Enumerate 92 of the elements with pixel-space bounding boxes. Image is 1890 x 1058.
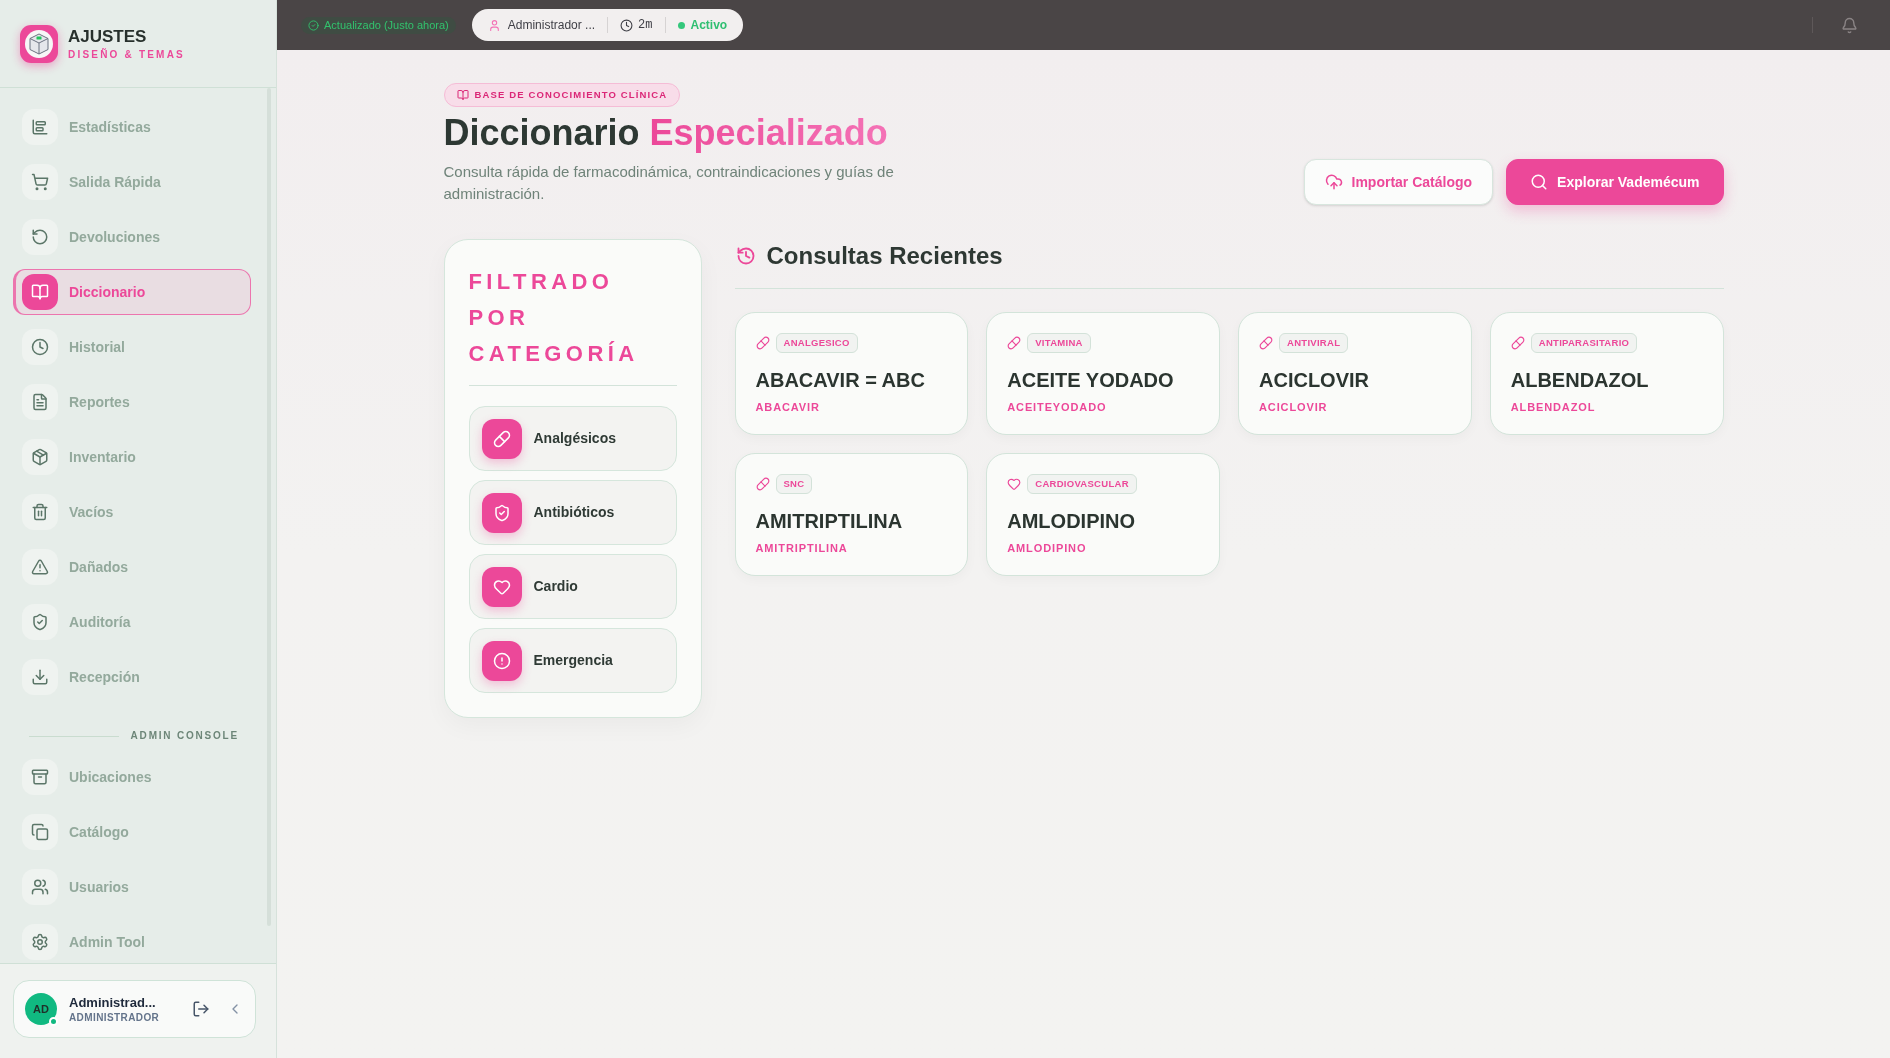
generic-name: ALBENDAZOL: [1510, 400, 1597, 415]
check-circle-icon: [308, 19, 319, 31]
sidebar-item[interactable]: Recepción: [13, 654, 251, 700]
session-user: Administrador ...: [507, 17, 596, 34]
category-button[interactable]: Analgésicos: [468, 406, 677, 471]
pill-icon: [755, 336, 770, 350]
section-label: ADMIN CONSOLE: [130, 729, 239, 743]
shield-check-icon: [481, 492, 522, 533]
filter-title: FILTRADO POR CATEGORÍA: [468, 268, 640, 368]
document-icon: [22, 384, 58, 420]
page-description: Consulta rápida de farmacodinámica, contraindicaciones y guías de administración.: [443, 162, 895, 204]
app-subtitle: DISEÑO & TEMAS: [68, 47, 185, 62]
medicine-name: AMITRIPTILINA: [755, 509, 904, 534]
explore-button[interactable]: Explorar Vademécum: [1506, 159, 1724, 205]
medicine-card[interactable]: ANALGESICO ABACAVIR = ABC ABACAVIR: [734, 312, 969, 435]
search-icon: [1530, 173, 1549, 191]
pill-icon: [1510, 336, 1525, 350]
settings-icon: [22, 924, 58, 960]
medicine-card[interactable]: CARDIOVASCULAR AMLODIPINO AMLODIPINO: [986, 453, 1220, 576]
shield-check-icon: [22, 604, 58, 640]
sidebar-item[interactable]: Inventario: [13, 434, 251, 480]
session-duration: 2m: [638, 17, 653, 34]
logout-icon[interactable]: [191, 999, 211, 1019]
generic-name: ACEITEYODADO: [1007, 400, 1108, 415]
bell-icon[interactable]: [1841, 16, 1858, 34]
chart-icon: [22, 109, 58, 145]
app-title: AJUSTES: [68, 25, 148, 48]
session-status: Activo: [690, 17, 728, 34]
medicine-name: AMLODIPINO: [1007, 509, 1137, 534]
rotate-arrow-icon: [22, 219, 58, 255]
sidebar-item[interactable]: Devoluciones: [13, 214, 251, 260]
heart-icon: [1007, 477, 1022, 491]
medicine-card[interactable]: SNC AMITRIPTILINA AMITRIPTILINA: [734, 453, 969, 576]
medicine-card[interactable]: ANTIPARASITARIO ALBENDAZOL ALBENDAZOL: [1489, 312, 1724, 435]
warning-icon: [22, 549, 58, 585]
category-button[interactable]: Antibióticos: [468, 480, 677, 545]
category-tag: ANALGESICO: [775, 333, 858, 353]
generic-name: AMITRIPTILINA: [755, 541, 849, 556]
import-button[interactable]: Importar Catálogo: [1303, 159, 1494, 205]
sidebar-item[interactable]: Catálogo: [13, 809, 251, 855]
generic-name: ACICLOVIR: [1259, 400, 1329, 415]
generic-name: ABACAVIR: [755, 400, 821, 415]
medicine-card[interactable]: VITAMINA ACEITE YODADO ACEITEYODADO: [986, 312, 1220, 435]
sidebar-item[interactable]: Historial: [13, 324, 251, 370]
copy-icon: [22, 814, 58, 850]
archive-icon: [22, 759, 58, 795]
pill-icon: [1007, 336, 1022, 350]
clock-icon: [22, 329, 58, 365]
pill-icon: [1259, 336, 1273, 350]
users-icon: [22, 869, 58, 905]
medicine-name: ABACAVIR = ABC: [755, 368, 926, 393]
upload-cloud-icon: [1324, 173, 1343, 191]
pill-icon: [481, 418, 522, 459]
sync-status-text: Actualizado (Justo ahora): [324, 18, 449, 32]
medicine-name: ACICLOVIR: [1259, 368, 1370, 393]
book-icon: [456, 89, 469, 101]
category-tag: VITAMINA: [1027, 333, 1091, 353]
cart-icon: [22, 164, 58, 200]
user-icon: [487, 18, 501, 32]
sidebar-item[interactable]: Salida Rápida: [13, 159, 251, 205]
box-icon: [22, 439, 58, 475]
medicine-name: ALBENDAZOL: [1510, 368, 1650, 393]
sidebar-item[interactable]: Diccionario: [13, 269, 251, 315]
sidebar-item[interactable]: Vacíos: [13, 489, 251, 535]
sidebar-item[interactable]: Estadísticas: [13, 104, 251, 150]
user-role: ADMINISTRADOR: [69, 1010, 160, 1025]
trash-icon: [22, 494, 58, 530]
cube-logo-icon: [20, 24, 58, 63]
book-icon: [22, 274, 58, 310]
category-tag: CARDIOVASCULAR: [1027, 474, 1137, 494]
category-tag: SNC: [775, 474, 813, 494]
user-avatar: AD: [25, 993, 57, 1025]
heart-icon: [481, 566, 522, 607]
sidebar-item[interactable]: Auditoría: [13, 599, 251, 645]
medicine-card[interactable]: ANTIVIRAL ACICLOVIR ACICLOVIR: [1238, 312, 1472, 435]
category-button[interactable]: Emergencia: [468, 628, 677, 693]
category-tag: ANTIPARASITARIO: [1530, 333, 1638, 353]
download-icon: [22, 659, 58, 695]
sidebar-item[interactable]: Dañados: [13, 544, 251, 590]
category-tag: ANTIVIRAL: [1279, 333, 1349, 353]
category-button[interactable]: Cardio: [468, 554, 677, 619]
clock-icon: [620, 18, 634, 32]
section-title: Consultas Recientes: [766, 241, 1003, 271]
sidebar-item[interactable]: Reportes: [13, 379, 251, 425]
sidebar-item[interactable]: Usuarios: [13, 864, 251, 910]
user-name: Administrad...: [69, 993, 157, 1011]
pill-icon: [755, 477, 770, 491]
knowledge-base-label: BASE DE CONOCIMIENTO CLÍNICA: [474, 87, 668, 102]
medicine-name: ACEITE YODADO: [1007, 368, 1175, 393]
history-icon: [735, 246, 756, 266]
sidebar-item[interactable]: Ubicaciones: [13, 754, 251, 800]
generic-name: AMLODIPINO: [1007, 541, 1088, 556]
